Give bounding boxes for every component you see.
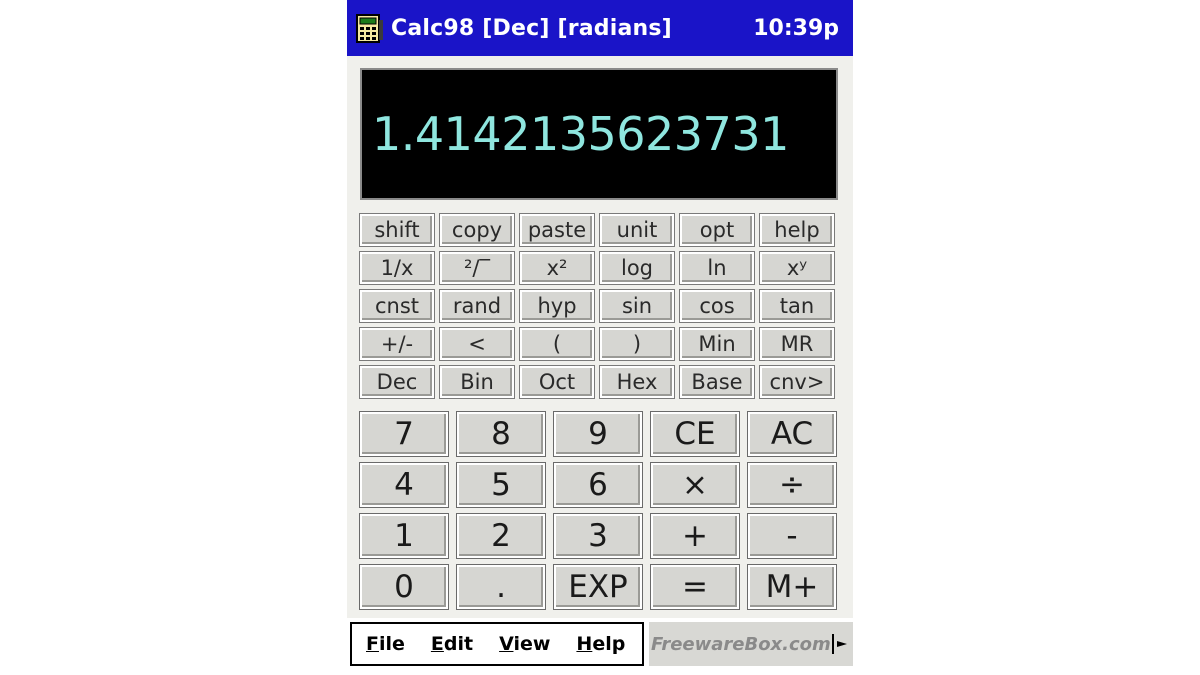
multiply-button[interactable]: ×: [650, 462, 740, 508]
decimal-point-button[interactable]: .: [456, 564, 546, 610]
title-bar: Calc98 [Dec] [radians] 10:39p: [347, 0, 853, 56]
memory-in-button[interactable]: Min: [679, 327, 755, 361]
close-paren-button[interactable]: ): [599, 327, 675, 361]
clear-entry-button[interactable]: CE: [650, 411, 740, 457]
digit-2-button[interactable]: 2: [456, 513, 546, 559]
window-title: Calc98 [Dec] [radians]: [391, 15, 672, 41]
options-button[interactable]: opt: [679, 213, 755, 247]
display-value: 1.4142135623731: [372, 107, 789, 161]
unit-button[interactable]: unit: [599, 213, 675, 247]
digit-8-button[interactable]: 8: [456, 411, 546, 457]
square-root-button[interactable]: ²/‾: [439, 251, 515, 285]
calculator-panel: 1.4142135623731 shift copy paste unit op…: [347, 56, 853, 618]
reciprocal-button[interactable]: 1/x: [359, 251, 435, 285]
random-button[interactable]: rand: [439, 289, 515, 323]
digit-3-button[interactable]: 3: [553, 513, 643, 559]
add-button[interactable]: +: [650, 513, 740, 559]
tan-button[interactable]: tan: [759, 289, 835, 323]
function-keypad: shift copy paste unit opt help 1/x ²/‾ x…: [359, 213, 840, 399]
menu-file[interactable]: File: [366, 633, 405, 655]
menu-help[interactable]: Help: [576, 633, 625, 655]
base-button[interactable]: Base: [679, 365, 755, 399]
convert-button[interactable]: cnv>: [759, 365, 835, 399]
exponent-button[interactable]: EXP: [553, 564, 643, 610]
cos-button[interactable]: cos: [679, 289, 755, 323]
watermark: FreewareBox.com: [649, 622, 853, 666]
hyperbolic-button[interactable]: hyp: [519, 289, 595, 323]
copy-button[interactable]: copy: [439, 213, 515, 247]
decimal-mode-button[interactable]: Dec: [359, 365, 435, 399]
negate-button[interactable]: +/-: [359, 327, 435, 361]
log-button[interactable]: log: [599, 251, 675, 285]
watermark-text: FreewareBox.com: [651, 633, 831, 655]
digit-6-button[interactable]: 6: [553, 462, 643, 508]
constant-button[interactable]: cnst: [359, 289, 435, 323]
shift-button[interactable]: shift: [359, 213, 435, 247]
sin-button[interactable]: sin: [599, 289, 675, 323]
digit-7-button[interactable]: 7: [359, 411, 449, 457]
ln-button[interactable]: ln: [679, 251, 755, 285]
digit-1-button[interactable]: 1: [359, 513, 449, 559]
open-paren-button[interactable]: (: [519, 327, 595, 361]
help-button[interactable]: help: [759, 213, 835, 247]
hex-mode-button[interactable]: Hex: [599, 365, 675, 399]
square-button[interactable]: x²: [519, 251, 595, 285]
main-keypad: 7 8 9 CE AC 4 5 6 × ÷ 1 2 3 + - 0 . EXP …: [359, 411, 840, 610]
result-display: 1.4142135623731: [360, 68, 838, 200]
digit-4-button[interactable]: 4: [359, 462, 449, 508]
digit-9-button[interactable]: 9: [553, 411, 643, 457]
menu-bar: File Edit View Help FreewareBox.com: [347, 618, 853, 670]
power-button[interactable]: xʸ: [759, 251, 835, 285]
divide-button[interactable]: ÷: [747, 462, 837, 508]
all-clear-button[interactable]: AC: [747, 411, 837, 457]
menu-items: File Edit View Help: [350, 622, 644, 666]
clock[interactable]: 10:39p: [753, 16, 839, 41]
calculator-icon[interactable]: [355, 12, 385, 44]
pocketpc-screen: Calc98 [Dec] [radians] 10:39p 1.41421356…: [347, 0, 853, 675]
menu-edit[interactable]: Edit: [431, 633, 473, 655]
backspace-button[interactable]: <: [439, 327, 515, 361]
subtract-button[interactable]: -: [747, 513, 837, 559]
paste-button[interactable]: paste: [519, 213, 595, 247]
octal-mode-button[interactable]: Oct: [519, 365, 595, 399]
binary-mode-button[interactable]: Bin: [439, 365, 515, 399]
keyboard-toggle-icon[interactable]: [827, 632, 849, 656]
menu-view[interactable]: View: [499, 633, 550, 655]
digit-5-button[interactable]: 5: [456, 462, 546, 508]
digit-0-button[interactable]: 0: [359, 564, 449, 610]
memory-add-button[interactable]: M+: [747, 564, 837, 610]
memory-recall-button[interactable]: MR: [759, 327, 835, 361]
equals-button[interactable]: =: [650, 564, 740, 610]
